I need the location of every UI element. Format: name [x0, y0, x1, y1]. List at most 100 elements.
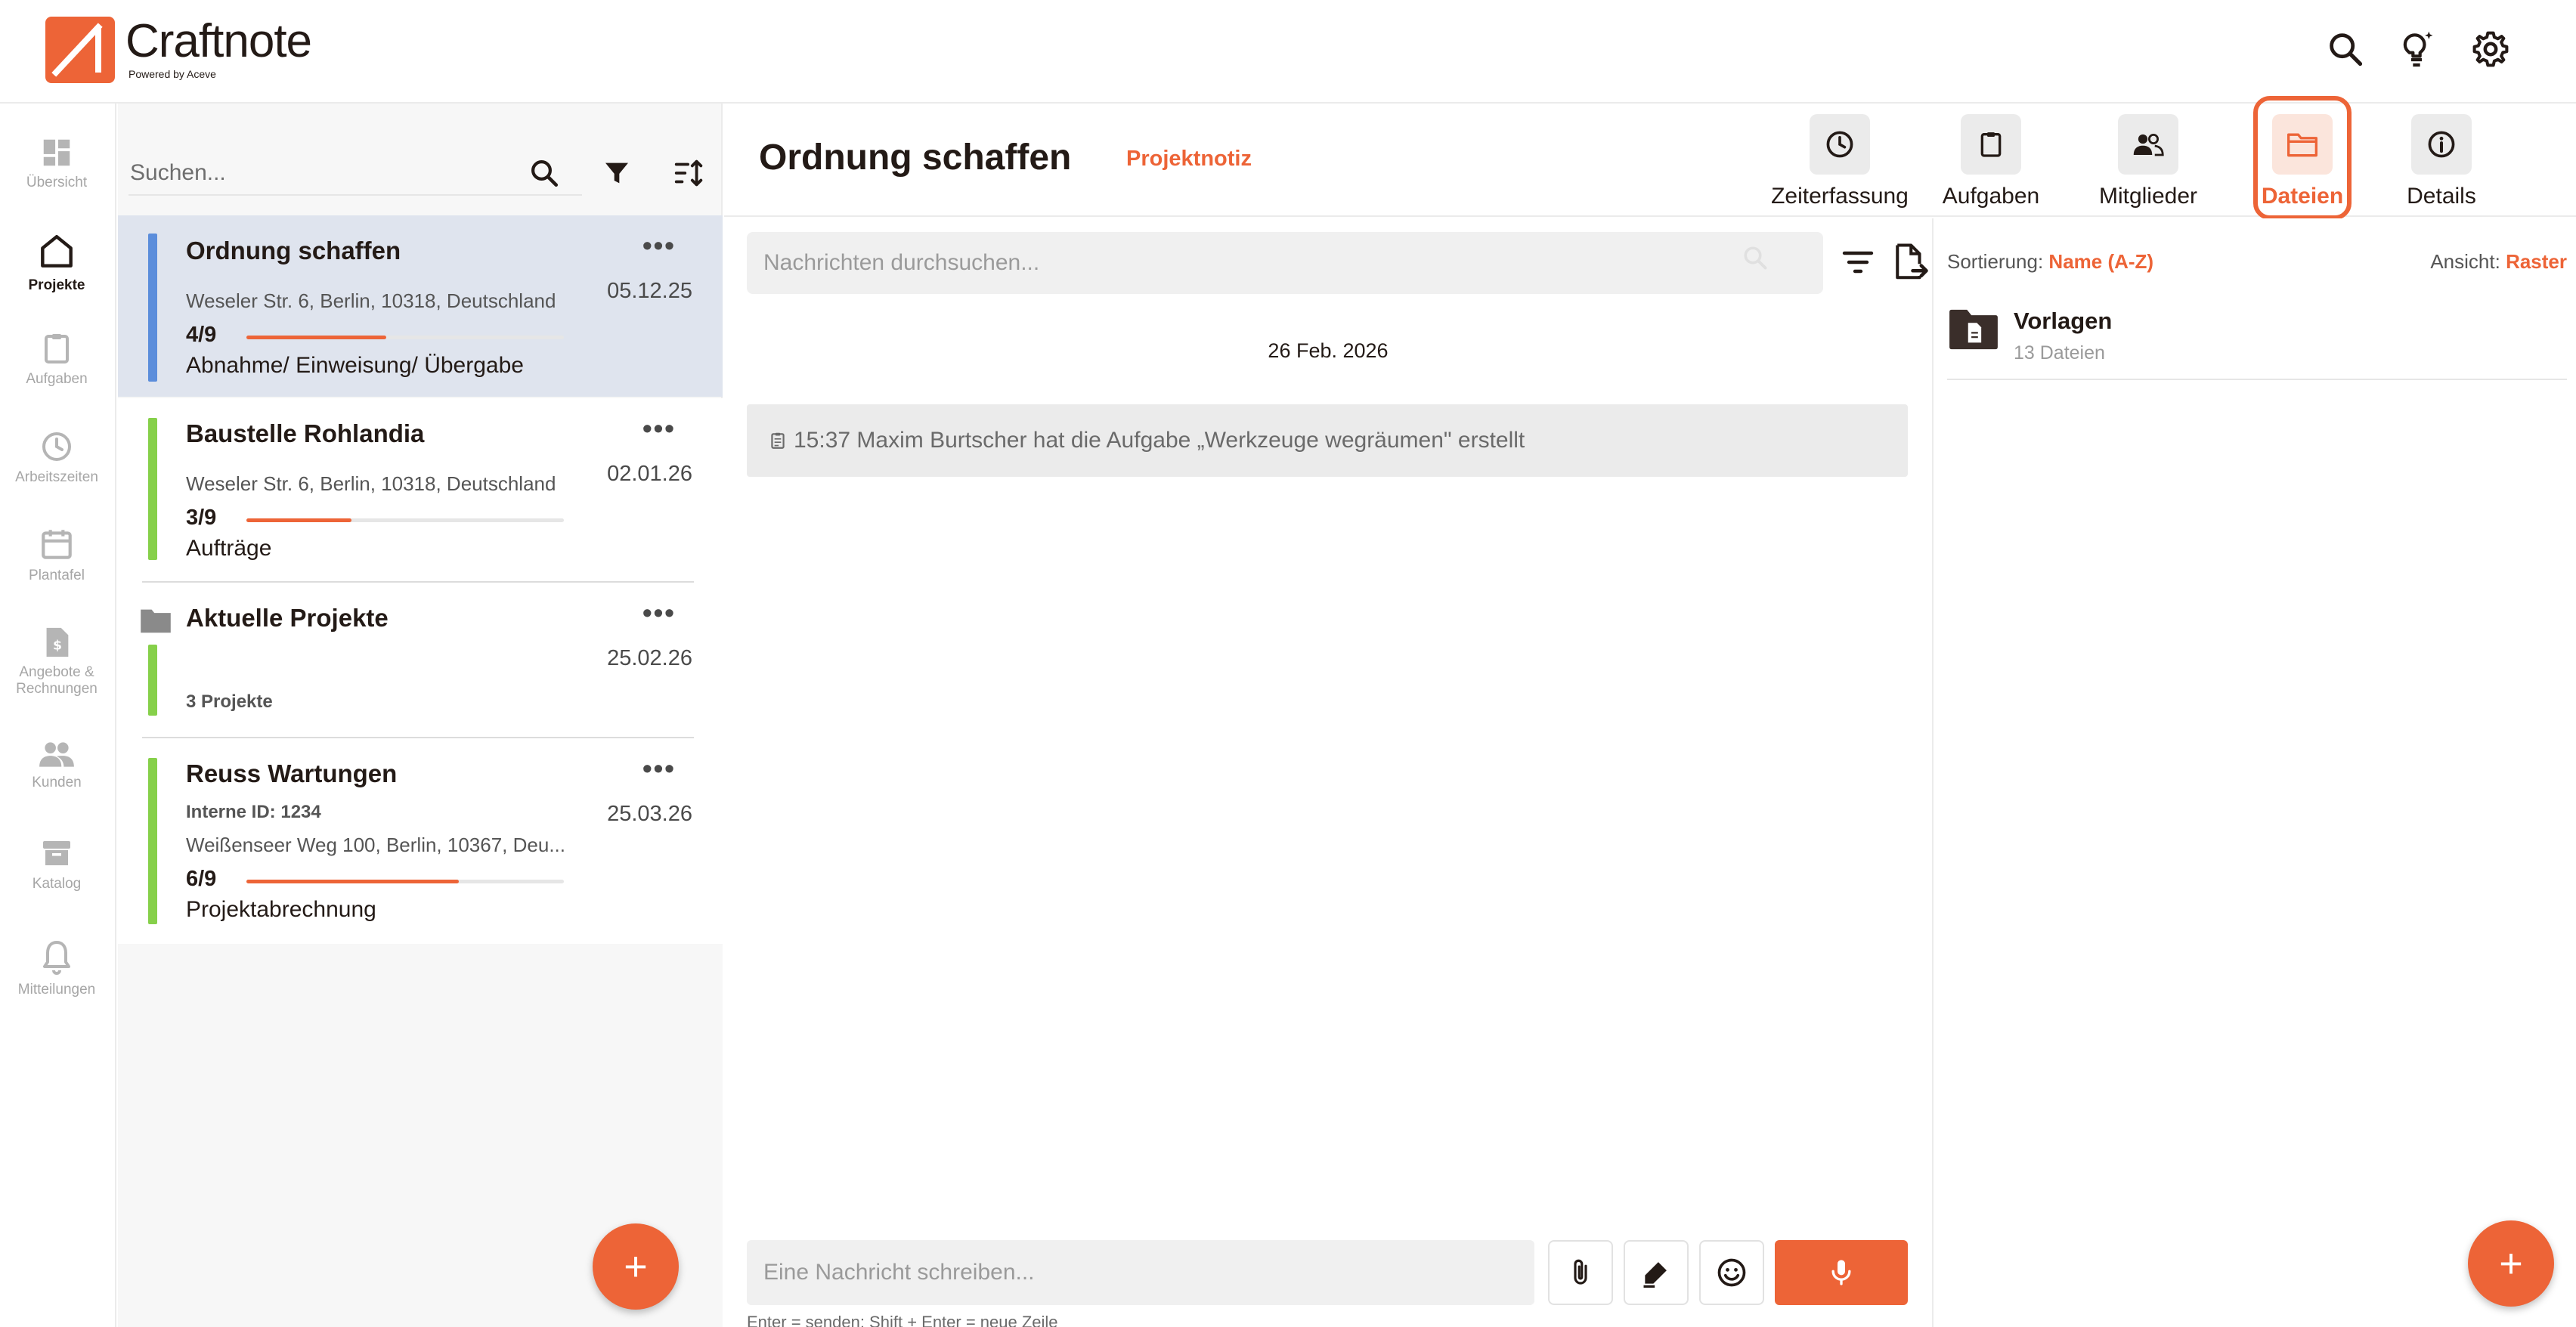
nav-item-aufgaben[interactable]: Aufgaben [0, 330, 113, 388]
search-icon[interactable] [2321, 24, 2370, 74]
project-list-body: Baustelle Rohlandia ••• 02.01.26 Weseler… [118, 398, 723, 1327]
task-icon [771, 432, 785, 449]
folder-name: Vorlagen [2014, 308, 2113, 334]
project-phase: Projektabrechnung [186, 897, 376, 922]
clipboard-icon [1961, 114, 2021, 175]
invoice-icon: $ [46, 627, 69, 657]
project-color-bar [148, 645, 157, 716]
more-options-button[interactable]: ••• [642, 755, 676, 782]
voice-message-button[interactable] [1775, 1240, 1908, 1305]
clipboard-icon [45, 334, 69, 363]
more-options-button[interactable]: ••• [642, 415, 676, 442]
tab-label: Zeiterfassung [1771, 184, 1909, 209]
filter-lines-icon[interactable] [1835, 240, 1881, 285]
main-navigation: Übersicht Projekte Aufgaben Arbeitszeite… [0, 104, 116, 1327]
draw-button[interactable] [1624, 1240, 1689, 1305]
sort-control[interactable]: Sortierung: Name (A-Z) [1947, 250, 2153, 274]
system-message: 15:37 Maxim Burtscher hat die Aufgabe „W… [747, 404, 1908, 477]
folder-card[interactable]: Aktuelle Projekte ••• 25.02.26 3 Projekt… [118, 583, 723, 738]
more-options-button[interactable]: ••• [642, 599, 676, 626]
message-search-input[interactable] [747, 232, 1823, 294]
nav-item-kunden[interactable]: Kunden [0, 738, 113, 791]
project-search-bar [128, 129, 703, 197]
search-icon[interactable] [1742, 244, 1769, 271]
tab-details[interactable]: Details [2381, 114, 2502, 209]
view-value[interactable]: Raster [2506, 250, 2567, 273]
add-file-button[interactable]: + [2468, 1220, 2554, 1307]
project-card[interactable]: Reuss Wartungen ••• 25.03.26 Interne ID:… [118, 738, 723, 944]
add-project-button[interactable]: + [593, 1223, 679, 1310]
gear-icon[interactable] [2466, 24, 2516, 74]
calendar-icon [42, 530, 72, 559]
nav-label: Mitteilungen [17, 982, 96, 998]
filter-icon[interactable] [596, 152, 638, 194]
page-subtitle: Projektnotiz [1126, 147, 1252, 171]
sort-value[interactable]: Name (A-Z) [2048, 250, 2153, 273]
craftnote-logo[interactable] [45, 17, 115, 83]
tab-aufgaben[interactable]: Aufgaben [1930, 114, 2051, 209]
document-folder-icon [1949, 309, 1998, 350]
more-options-button[interactable]: ••• [642, 232, 676, 259]
tab-dateien[interactable]: Dateien [2242, 114, 2363, 209]
project-progress-count: 3/9 [186, 506, 217, 530]
brand-tagline: Powered by Aceve [128, 68, 216, 80]
tab-zeiterfassung[interactable]: Zeiterfassung [1764, 114, 1915, 209]
people-icon [39, 742, 74, 767]
system-message-text: 15:37 Maxim Burtscher hat die Aufgabe „W… [794, 428, 1525, 453]
project-search-input[interactable] [128, 152, 582, 196]
home-icon [41, 234, 73, 268]
search-icon[interactable] [523, 152, 565, 194]
project-header: Ordnung schaffen Projektnotiz Zeiterfass… [724, 96, 2576, 220]
nav-item-mitteilungen[interactable]: Mitteilungen [0, 938, 113, 998]
draw-pen-icon [1643, 1260, 1668, 1288]
project-internal-id: Interne ID: 1234 [186, 802, 321, 822]
emoji-button[interactable] [1699, 1240, 1764, 1305]
nav-item-katalog[interactable]: Katalog [0, 835, 113, 892]
project-progress-bar [246, 336, 564, 339]
view-control[interactable]: Ansicht: Raster [2430, 250, 2567, 274]
chat-panel: 26 Feb. 2026 15:37 Maxim Burtscher hat d… [724, 218, 1934, 1327]
archive-icon [43, 841, 70, 865]
tab-mitglieder[interactable]: Mitglieder [2088, 114, 2209, 209]
project-card[interactable]: Baustelle Rohlandia ••• 02.01.26 Weseler… [118, 398, 723, 583]
project-card[interactable]: Ordnung schaffen ••• 05.12.25 Weseler St… [118, 215, 723, 397]
nav-label: Kunden [32, 775, 82, 790]
nav-item-arbeitszeiten[interactable]: Arbeitszeiten [0, 428, 113, 486]
project-address: Weseler Str. 6, Berlin, 10318, Deutschla… [186, 289, 556, 312]
project-color-bar [148, 418, 157, 560]
project-progress-bar [246, 518, 564, 522]
svg-text:$: $ [53, 639, 62, 654]
export-document-icon[interactable] [1887, 240, 1932, 285]
date-separator: 26 Feb. 2026 [1268, 339, 1389, 362]
project-address: Weißenseer Weg 100, Berlin, 10367, Deu..… [186, 834, 565, 856]
message-input[interactable] [747, 1240, 1534, 1305]
nav-label: Angebote & Rechnungen [16, 664, 98, 697]
tab-label: Aufgaben [1942, 184, 2040, 209]
nav-item-projekte[interactable]: Projekte [0, 230, 113, 294]
project-phase: Aufträge [186, 536, 272, 561]
nav-label: Arbeitszeiten [15, 469, 98, 485]
project-color-bar [148, 758, 157, 924]
nav-item-angebote-rechnungen[interactable]: $ Angebote & Rechnungen [0, 625, 113, 698]
nav-item-uebersicht[interactable]: Übersicht [0, 135, 113, 191]
project-color-bar [148, 234, 157, 382]
lightbulb-sparkle-icon[interactable] [2392, 24, 2441, 74]
nav-label: Katalog [32, 876, 82, 892]
folder-title: Aktuelle Projekte [186, 604, 389, 632]
folder-icon [2272, 114, 2333, 175]
view-label: Ansicht: [2430, 250, 2500, 273]
project-title: Ordnung schaffen [186, 237, 401, 264]
folder-item[interactable]: Vorlagen 13 Dateien [1947, 302, 2567, 380]
folder-project-count: 3 Projekte [186, 691, 273, 712]
nav-label: Übersicht [26, 175, 88, 190]
sort-icon[interactable] [668, 152, 711, 194]
files-panel: Sortierung: Name (A-Z) Ansicht: Raster V… [1935, 218, 2576, 1327]
microphone-icon [1831, 1260, 1851, 1285]
attach-button[interactable] [1548, 1240, 1613, 1305]
tab-label: Dateien [2261, 184, 2344, 209]
nav-item-plantafel[interactable]: Plantafel [0, 525, 113, 584]
clock-icon [42, 432, 71, 461]
project-phase: Abnahme/ Einweisung/ Übergabe [186, 353, 524, 378]
dashboard-icon [43, 139, 70, 166]
bell-icon [43, 941, 70, 975]
